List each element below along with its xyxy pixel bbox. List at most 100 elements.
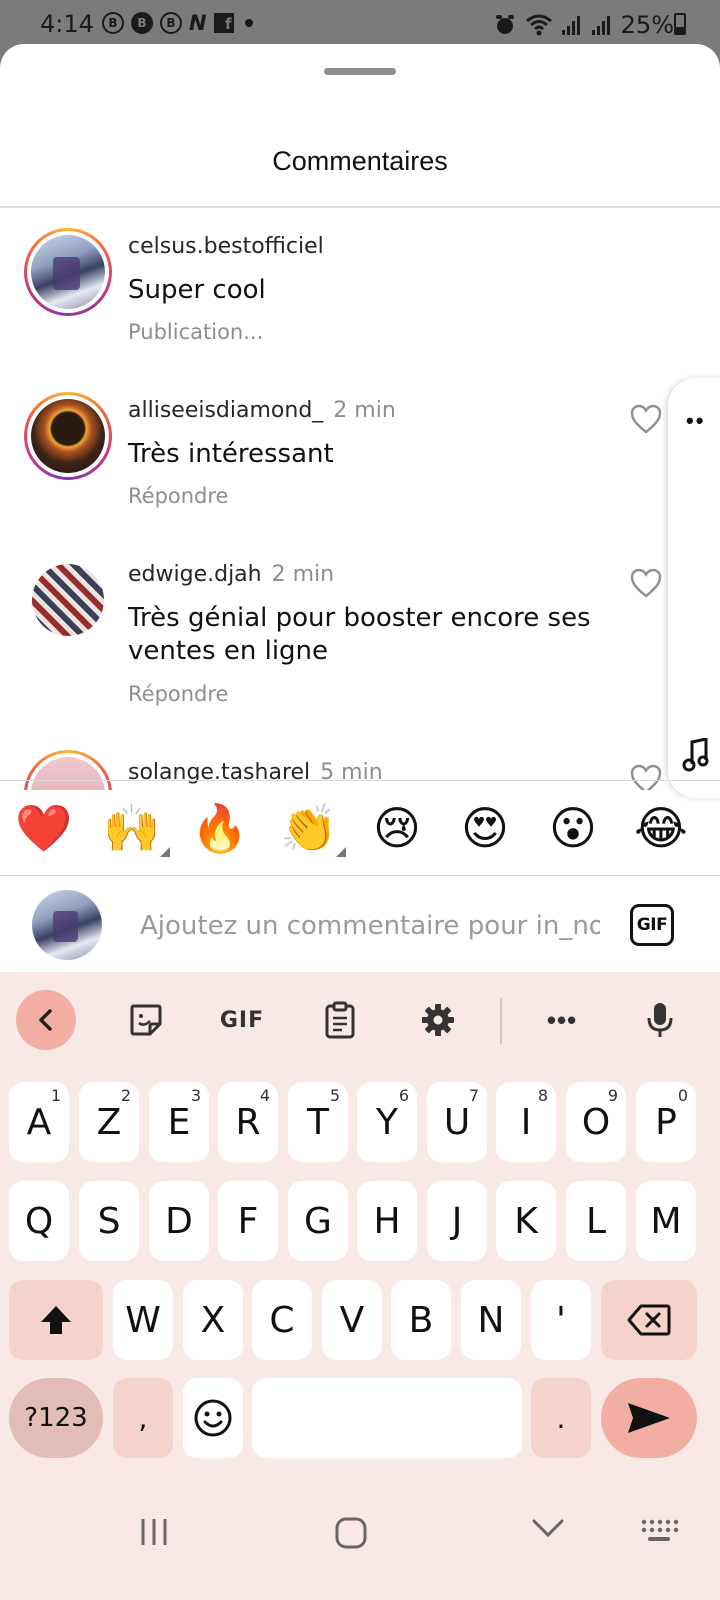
- key-t[interactable]: T5: [288, 1082, 348, 1162]
- key-label: U: [443, 1101, 471, 1143]
- key-h[interactable]: H: [357, 1181, 417, 1261]
- key-l[interactable]: L: [566, 1181, 626, 1261]
- notification-icons: B B B N f: [102, 12, 253, 34]
- gif-button[interactable]: GIF: [630, 904, 674, 946]
- key-p[interactable]: P0: [636, 1082, 696, 1162]
- battery-icon: [674, 13, 686, 35]
- key-u[interactable]: U7: [427, 1082, 487, 1162]
- key-m[interactable]: M: [636, 1181, 696, 1261]
- avatar[interactable]: [24, 392, 112, 480]
- reply-button[interactable]: Répondre: [128, 682, 228, 706]
- emoji-laughing-button[interactable]: 😂: [632, 799, 690, 857]
- key-i[interactable]: I8: [496, 1082, 556, 1162]
- key-c[interactable]: C: [252, 1280, 312, 1360]
- backspace-key[interactable]: [601, 1280, 697, 1360]
- sheet-title: Commentaires: [272, 146, 448, 176]
- comment-composer: GIF: [0, 876, 720, 972]
- shift-key[interactable]: [9, 1280, 103, 1360]
- keyboard-gif-button[interactable]: GIF: [214, 998, 270, 1042]
- key-x[interactable]: X: [183, 1280, 243, 1360]
- microphone-icon[interactable]: [640, 998, 680, 1042]
- key-hint: 3: [190, 1086, 201, 1105]
- status-indicators: 25%: [493, 11, 674, 39]
- emoji-quick-bar: ❤️ 🙌 🔥 👏 😢 😍 😮 😂: [0, 781, 720, 875]
- comment-text: Super cool: [128, 275, 266, 305]
- key-apostrophe[interactable]: ': [531, 1280, 591, 1360]
- settings-gear-icon[interactable]: [418, 998, 458, 1042]
- avatar[interactable]: [24, 228, 112, 316]
- battery-percent: 25%: [620, 11, 674, 39]
- comment-username[interactable]: edwige.djah: [128, 562, 262, 587]
- emoji-clap-button[interactable]: 👏: [280, 799, 338, 857]
- comma-key[interactable]: ,: [113, 1378, 173, 1458]
- comment-username[interactable]: alliseeisdiamond_: [128, 398, 323, 423]
- key-n[interactable]: N: [461, 1280, 521, 1360]
- key-v[interactable]: V: [322, 1280, 382, 1360]
- key-a[interactable]: A1: [9, 1082, 69, 1162]
- chevron-left-icon[interactable]: [16, 990, 76, 1050]
- key-label: R: [235, 1101, 261, 1143]
- key-e[interactable]: E3: [149, 1082, 209, 1162]
- sticker-icon[interactable]: [124, 998, 168, 1042]
- key-q[interactable]: Q: [9, 1181, 69, 1261]
- comment-username[interactable]: celsus.bestofficiel: [128, 234, 324, 259]
- key-hint: 7: [468, 1086, 479, 1105]
- keyboard-switch-icon[interactable]: [638, 1516, 680, 1546]
- key-s[interactable]: S: [79, 1181, 139, 1261]
- key-r[interactable]: R4: [218, 1082, 278, 1162]
- shift-arrow-icon: [41, 1306, 71, 1334]
- key-k[interactable]: K: [496, 1181, 556, 1261]
- key-g[interactable]: G: [288, 1181, 348, 1261]
- emoji-surprised-button[interactable]: 😮: [544, 799, 602, 857]
- more-horizontal-icon[interactable]: •••: [540, 998, 584, 1042]
- facebook-icon: f: [213, 13, 234, 33]
- comment-meta: edwige.djah 2 min: [128, 562, 334, 587]
- key-label: T: [307, 1101, 329, 1143]
- space-key[interactable]: [252, 1378, 522, 1458]
- key-f[interactable]: F: [218, 1181, 278, 1261]
- emoji-raised-hands-button[interactable]: 🙌: [103, 799, 161, 857]
- reply-button[interactable]: Répondre: [128, 484, 228, 508]
- emoji-heart-eyes-button[interactable]: 😍: [456, 799, 514, 857]
- music-note-icon[interactable]: [682, 738, 710, 772]
- key-d[interactable]: D: [149, 1181, 209, 1261]
- key-label: A: [26, 1101, 52, 1143]
- key-z[interactable]: Z2: [79, 1082, 139, 1162]
- emoji-heart-button[interactable]: ❤️: [15, 799, 73, 857]
- avatar[interactable]: [32, 564, 104, 636]
- comment-item: celsus.bestofficiel Super cool Publicati…: [0, 208, 720, 368]
- send-key[interactable]: [601, 1378, 697, 1458]
- status-bar: 4:14 B B B N f 25%: [0, 0, 720, 48]
- heart-icon[interactable]: [630, 568, 662, 598]
- chevron-down-icon[interactable]: [530, 1516, 566, 1540]
- comments-list[interactable]: celsus.bestofficiel Super cool Publicati…: [0, 208, 720, 790]
- key-b[interactable]: B: [391, 1280, 451, 1360]
- comment-status: Publication...: [128, 320, 264, 344]
- more-options-icon[interactable]: ••: [686, 408, 705, 434]
- emoji-fire-button[interactable]: 🔥: [191, 799, 249, 857]
- key-hint: 1: [50, 1086, 61, 1105]
- recent-apps-icon[interactable]: [138, 1516, 170, 1548]
- key-w[interactable]: W: [113, 1280, 173, 1360]
- drag-handle[interactable]: [324, 68, 396, 75]
- symbols-key[interactable]: ?123: [9, 1378, 103, 1458]
- period-key[interactable]: .: [531, 1378, 591, 1458]
- emoji-crying-button[interactable]: 😢: [368, 799, 426, 857]
- key-hint: 8: [537, 1086, 548, 1105]
- clipboard-icon[interactable]: [320, 998, 360, 1042]
- emoji-key[interactable]: [183, 1378, 243, 1458]
- key-label: E: [167, 1101, 191, 1143]
- comments-sheet: Commentaires celsus.bestofficiel Super c…: [0, 44, 720, 1600]
- key-o[interactable]: O9: [566, 1082, 626, 1162]
- comment-input[interactable]: [140, 906, 600, 946]
- floating-side-panel[interactable]: ••: [668, 378, 720, 798]
- key-y[interactable]: Y6: [357, 1082, 417, 1162]
- notification-b-icon: B: [102, 12, 124, 34]
- heart-icon[interactable]: [630, 404, 662, 434]
- alarm-icon: [495, 15, 514, 34]
- key-j[interactable]: J: [427, 1181, 487, 1261]
- skin-tone-indicator-icon: [336, 847, 346, 857]
- key-hint: 2: [120, 1086, 131, 1105]
- user-avatar: [32, 890, 102, 960]
- home-icon[interactable]: [334, 1516, 368, 1550]
